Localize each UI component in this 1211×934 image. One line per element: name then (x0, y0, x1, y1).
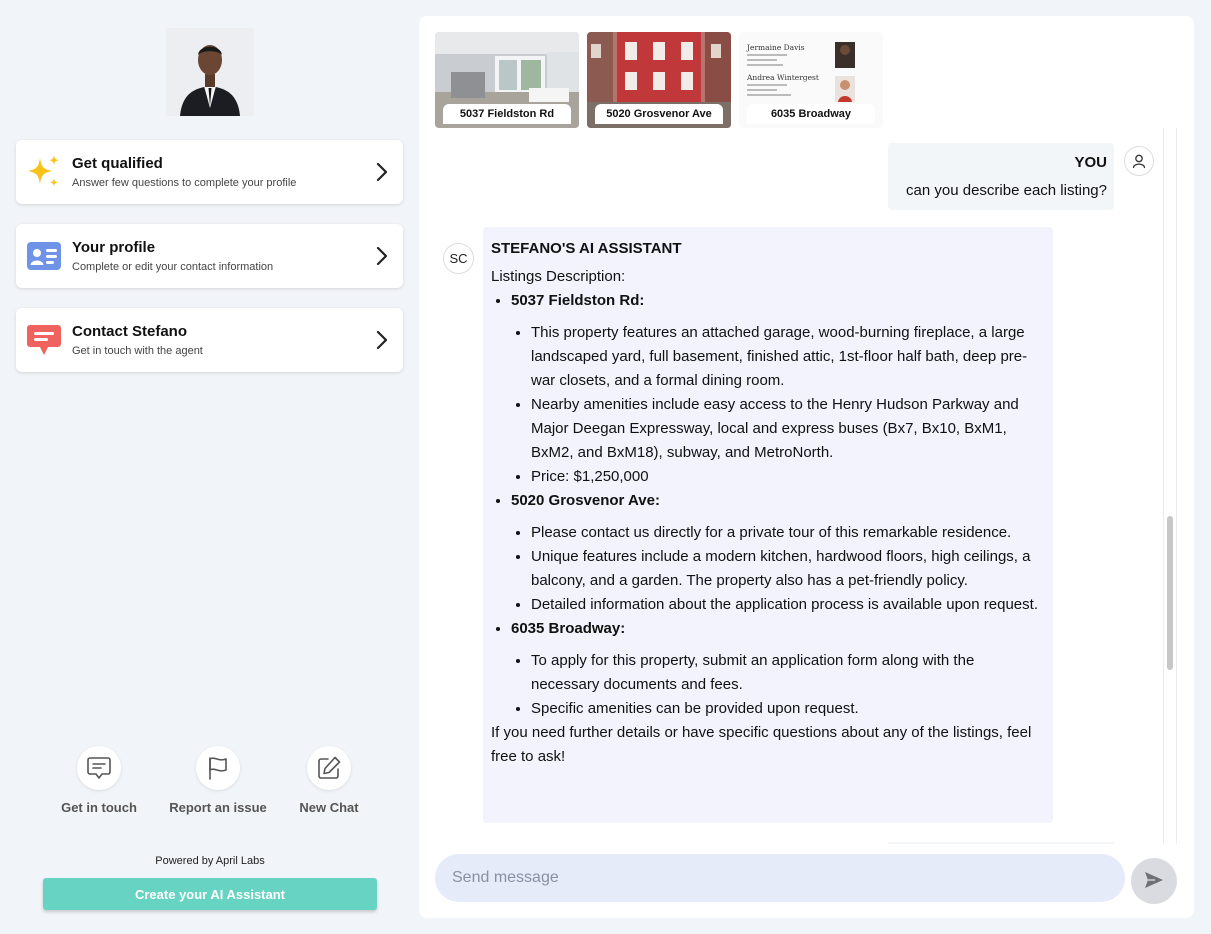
message-list: YOU can you describe each listing? SC ST… (419, 128, 1179, 844)
sender-name: STEFANO'S AI ASSISTANT (491, 240, 682, 257)
card-title: Contact Stefano (72, 323, 188, 340)
sidebar: Get qualified Answer few questions to co… (0, 0, 419, 934)
chat-bubble-icon (26, 322, 62, 358)
sparkles-icon (26, 154, 62, 190)
listing-thumbnail[interactable]: 5037 Fieldston Rd (435, 32, 579, 128)
chevron-right-icon (375, 245, 389, 267)
listing-description: 6035 Broadway: To apply for this propert… (511, 617, 1045, 721)
listing-thumbnail[interactable]: Jermaine Davis Andrea Wintergest 6035 Br… (739, 32, 883, 128)
listing-name: 5037 Fieldston Rd: (511, 292, 645, 309)
report-issue-button[interactable]: Report an issue (163, 746, 273, 826)
agent-card-name: Jermaine Davis (746, 43, 805, 52)
send-icon (1143, 869, 1165, 894)
card-title: Get qualified (72, 155, 163, 172)
message-text: can you describe each listing? (906, 182, 1107, 199)
listing-detail: This property features an attached garag… (531, 321, 1045, 393)
message-intro: Listings Description: (491, 268, 626, 285)
assistant-message: STEFANO'S AI ASSISTANT Listings Descript… (483, 227, 1053, 823)
listing-label: 5020 Grosvenor Ave (595, 104, 723, 124)
listing-descriptions: 5037 Fieldston Rd: This property feature… (491, 289, 1045, 721)
get-in-touch-button[interactable]: Get in touch (44, 746, 154, 826)
message-outro: If you need further details or have spec… (491, 724, 1032, 765)
card-title: Your profile (72, 239, 156, 256)
listing-detail: To apply for this property, submit an ap… (531, 649, 1045, 697)
card-subtitle: Answer few questions to complete your pr… (72, 177, 297, 189)
powered-by-text: Powered by April Labs (155, 855, 265, 867)
message-input[interactable] (435, 854, 1125, 902)
listing-name: 6035 Broadway: (511, 620, 626, 637)
send-button[interactable] (1131, 858, 1177, 904)
quick-action-label: New Chat (299, 800, 359, 815)
edit-icon (307, 746, 351, 790)
your-profile-card[interactable]: Your profile Complete or edit your conta… (16, 224, 403, 288)
agent-photo (166, 28, 254, 116)
listing-detail: Please contact us directly for a private… (531, 521, 1045, 545)
listing-label: 6035 Broadway (747, 104, 875, 124)
quick-action-label: Report an issue (169, 800, 267, 815)
listing-description: 5037 Fieldston Rd: This property feature… (511, 289, 1045, 489)
create-assistant-button[interactable]: Create your AI Assistant (43, 878, 377, 910)
sender-name: YOU (1074, 154, 1107, 171)
user-avatar-icon (1124, 146, 1154, 176)
message-icon (77, 746, 121, 790)
listing-label: 5037 Fieldston Rd (443, 104, 571, 124)
listing-detail: Price: $1,250,000 (531, 465, 1045, 489)
get-qualified-card[interactable]: Get qualified Answer few questions to co… (16, 140, 403, 204)
chevron-right-icon (375, 161, 389, 183)
scrollbar-track[interactable] (1163, 128, 1177, 844)
chevron-right-icon (375, 329, 389, 351)
flag-icon (196, 746, 240, 790)
assistant-avatar: SC (443, 243, 474, 274)
scrollbar-thumb[interactable] (1167, 516, 1173, 670)
chat-panel: 5037 Fieldston Rd 5020 Grosvenor Ave Jer… (419, 16, 1194, 918)
contact-card-icon (26, 238, 62, 274)
message-input-container (435, 854, 1125, 902)
new-chat-button[interactable]: New Chat (274, 746, 384, 826)
user-message: YOU can you describe each listing? (888, 143, 1114, 210)
listing-detail: Detailed information about the applicati… (531, 593, 1045, 617)
listing-detail: Specific amenities can be provided upon … (531, 697, 1045, 721)
listing-detail: Unique features include a modern kitchen… (531, 545, 1045, 593)
listing-thumbnail[interactable]: 5020 Grosvenor Ave (587, 32, 731, 128)
next-message-preview (888, 842, 1114, 844)
card-subtitle: Complete or edit your contact informatio… (72, 261, 274, 273)
quick-action-label: Get in touch (61, 800, 137, 815)
listing-detail: Nearby amenities include easy access to … (531, 393, 1045, 465)
agent-card-name: Andrea Wintergest (746, 73, 819, 82)
card-subtitle: Get in touch with the agent (72, 345, 203, 357)
listing-description: 5020 Grosvenor Ave: Please contact us di… (511, 489, 1045, 617)
contact-agent-card[interactable]: Contact Stefano Get in touch with the ag… (16, 308, 403, 372)
listing-name: 5020 Grosvenor Ave: (511, 492, 660, 509)
